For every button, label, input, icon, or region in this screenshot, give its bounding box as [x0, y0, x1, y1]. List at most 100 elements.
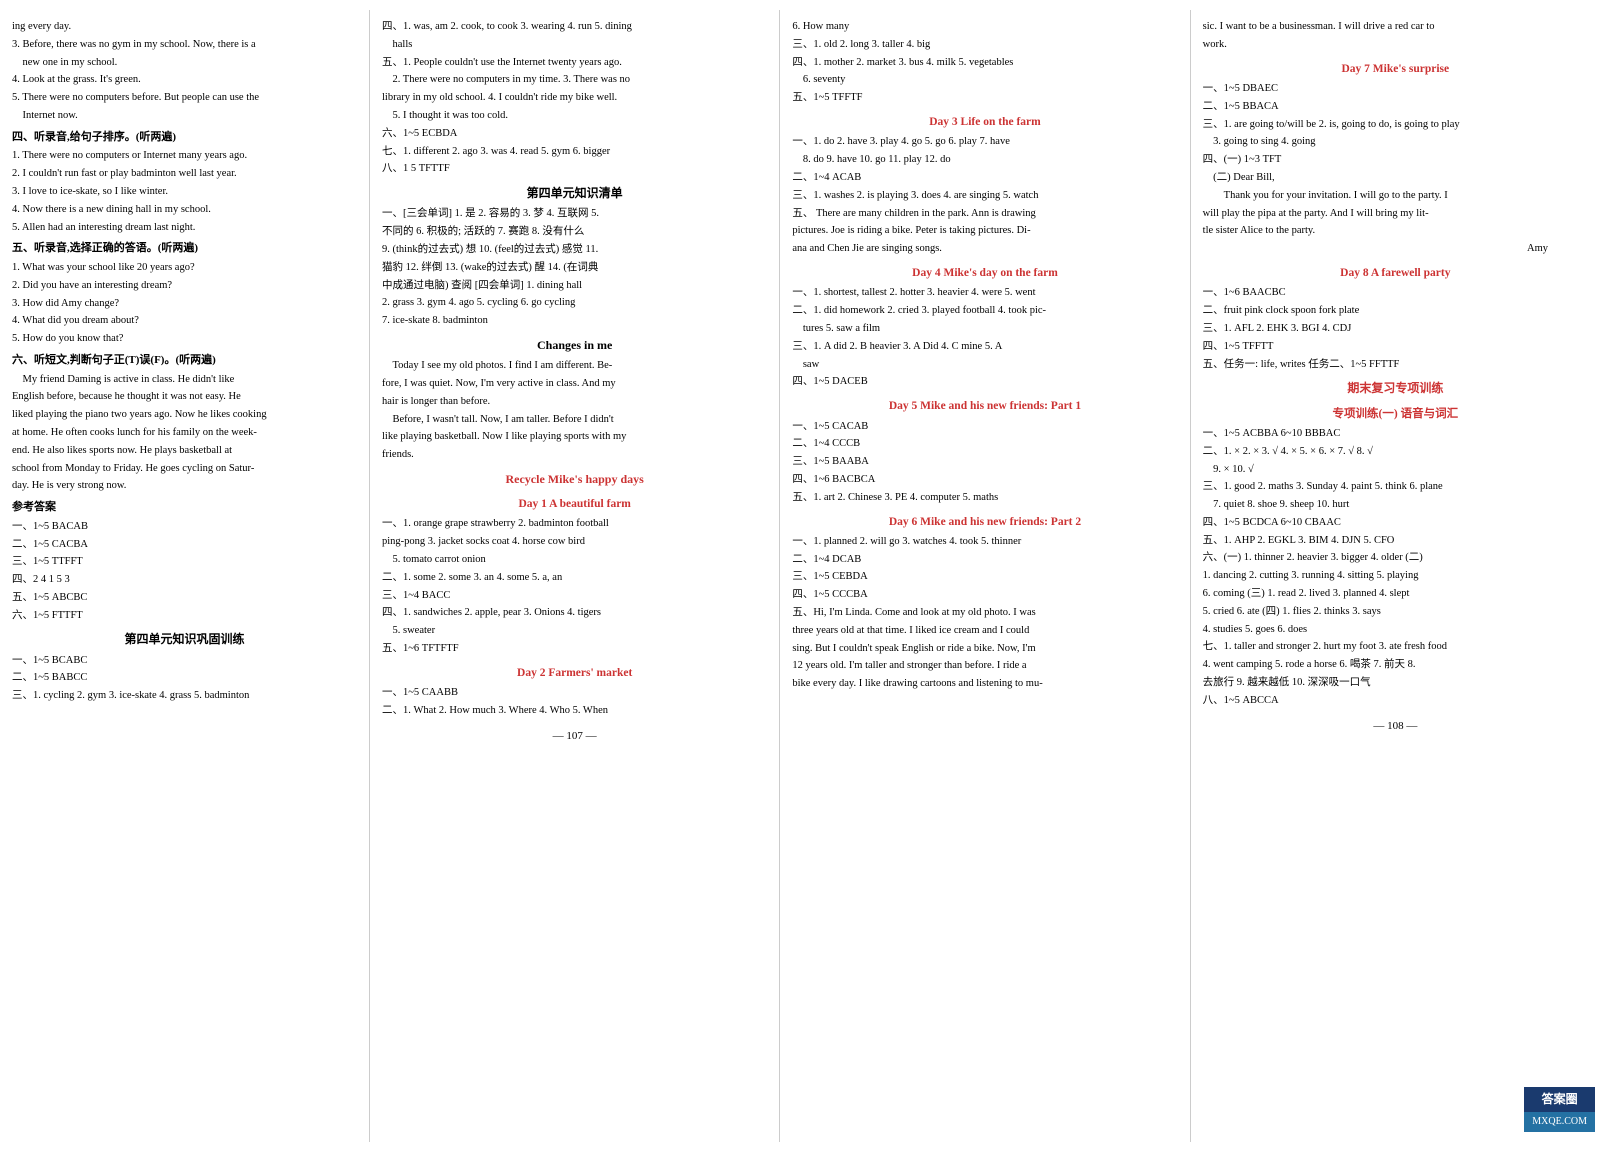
c2-d1l2: ping-pong 3. jacket socks coat 4. horse … [382, 534, 767, 551]
c4-s5: 7. quiet 8. shoe 9. sheep 10. hurt [1203, 497, 1588, 514]
c4-s6: 四、1~5 BCDCA 6~10 CBAAC [1203, 515, 1588, 532]
c3-day5: Day 5 Mike and his new friends: Part 1 [792, 397, 1177, 415]
c4-day7: Day 7 Mike's surprise [1203, 60, 1588, 78]
watermark-url: MXQE.COM [1524, 1112, 1595, 1132]
c1-a6: 六、1~5 FTTFT [12, 608, 357, 625]
c3-d6l2: 二、1~4 DCAB [792, 552, 1177, 569]
c2-changes: Changes in me [382, 336, 767, 355]
c2-recycle: Recycle Mike's happy days [382, 470, 767, 489]
c2-d1l8: 五、1~6 TFTFTF [382, 641, 767, 658]
watermark: 答案圈 MXQE.COM [1524, 1087, 1595, 1132]
c3-day4: Day 4 Mike's day on the farm [792, 264, 1177, 282]
c4-s14: 4. went camping 5. rode a horse 6. 喝茶 7.… [1203, 657, 1588, 674]
c4-d7l5: 四、(一) 1~3 TFT [1203, 152, 1588, 169]
page-container: ing every day. 3. Before, there was no g… [0, 0, 1600, 1152]
c1-l2: 3. Before, there was no gym in my school… [12, 37, 357, 54]
c4-special: 专项训练(一) 语音与词汇 [1203, 405, 1588, 423]
c1-l14: 3. How did Amy change? [12, 296, 357, 313]
c4-s1: 一、1~5 ACBBA 6~10 BBBAC [1203, 426, 1588, 443]
c2-unit: 第四单元知识清单 [382, 184, 767, 203]
watermark-logo: 答案圈 [1524, 1087, 1595, 1112]
c4-s15: 去旅行 9. 越来越低 10. 深深吸一口气 [1203, 675, 1588, 692]
c3-d5l1: 一、1~5 CACAB [792, 419, 1177, 436]
c1-u2: 二、1~5 BABCC [12, 670, 357, 687]
c4-d8l1: 一、1~6 BAACBC [1203, 285, 1588, 302]
c1-l15: 4. What did you dream about? [12, 313, 357, 330]
c3-d5l5: 五、1. art 2. Chinese 3. PE 4. computer 5.… [792, 490, 1177, 507]
c2-d1l3: 5. tomato carrot onion [382, 552, 767, 569]
c1-l6: Internet now. [12, 108, 357, 125]
c2-u4: 猫豹 12. 绊倒 13. (wake的过去式) 醒 14. (在词典 [382, 260, 767, 277]
c2-p1: Today I see my old photos. I find I am d… [382, 358, 767, 375]
c3-l5: 五、1~5 TFFTF [792, 90, 1177, 107]
c4-final: 期末复习专项训练 [1203, 379, 1588, 398]
c1-a1: 一、1~5 BACAB [12, 519, 357, 536]
c2-d1l4: 二、1. some 2. some 3. an 4. some 5. a, an [382, 570, 767, 587]
c4-s4: 三、1. good 2. maths 3. Sunday 4. paint 5.… [1203, 479, 1588, 496]
c2-u1: 一、[三会单词] 1. 是 2. 容易的 3. 梦 4. 互联网 5. [382, 206, 767, 223]
c4-d8l5: 五、任务一: life, writes 任务二、1~5 FFTTF [1203, 357, 1588, 374]
c2-d2l1: 一、1~5 CAABB [382, 685, 767, 702]
c4-l2: work. [1203, 37, 1588, 54]
c1-l7: 1. There were no computers or Internet m… [12, 148, 357, 165]
c1-l13: 2. Did you have an interesting dream? [12, 278, 357, 295]
c4-d7l2: 二、1~5 BBACA [1203, 99, 1588, 116]
c4-d8l2: 二、fruit pink clock spoon fork plate [1203, 303, 1588, 320]
c4-s9: 1. dancing 2. cutting 3. running 4. sitt… [1203, 568, 1588, 585]
c4-d7l7: Thank you for your invitation. I will go… [1203, 188, 1588, 205]
c2-day1: Day 1 A beautiful farm [382, 495, 767, 513]
c3-d3l2: 8. do 9. have 10. go 11. play 12. do [792, 152, 1177, 169]
c1-s3: 六、听短文,判断句子正(T)误(F)。(听两遍) [12, 352, 357, 370]
c2-l9: 八、1 5 TFTTF [382, 161, 767, 178]
c3-d5l2: 二、1~4 CCCB [792, 436, 1177, 453]
c3-d6l6: three years old at that time. I liked ic… [792, 623, 1177, 640]
c2-d1l7: 5. sweater [382, 623, 767, 640]
c2-l3: 五、1. People couldn't use the Internet tw… [382, 55, 767, 72]
c4-l1: sic. I want to be a businessman. I will … [1203, 19, 1588, 36]
c4-s8: 六、(一) 1. thinner 2. heavier 3. bigger 4.… [1203, 550, 1588, 567]
c4-s13: 七、1. taller and stronger 2. hurt my foot… [1203, 639, 1588, 656]
c3-d3l1: 一、1. do 2. have 3. play 4. go 5. go 6. p… [792, 134, 1177, 151]
c4-d7l3: 三、1. are going to/will be 2. is, going t… [1203, 117, 1588, 134]
c1-l3: new one in my school. [12, 55, 357, 72]
c4-s3: 9. × 10. √ [1203, 462, 1588, 479]
c1-l10: 4. Now there is a new dining hall in my … [12, 202, 357, 219]
c4-s10: 6. coming (三) 1. read 2. lived 3. planne… [1203, 586, 1588, 603]
c1-l23: day. He is very strong now. [12, 478, 357, 495]
c3-d6l3: 三、1~5 CEBDA [792, 569, 1177, 586]
c4-d7l9: tle sister Alice to the party. [1203, 223, 1588, 240]
c1-s1: 四、听录音,给句子排序。(听两遍) [12, 129, 357, 147]
column-3: 6. How many 三、1. old 2. long 3. taller 4… [780, 10, 1190, 1142]
c4-d7l8: will play the pipa at the party. And I w… [1203, 206, 1588, 223]
c3-d6l9: bike every day. I like drawing cartoons … [792, 676, 1177, 693]
c2-u5: 中成通过电脑) 查阅 [四会单词] 1. dining hall [382, 278, 767, 295]
c4-s7: 五、1. AHP 2. EGKL 3. BIM 4. DJN 5. CFO [1203, 533, 1588, 550]
c3-d3l7: ana and Chen Jie are singing songs. [792, 241, 1177, 258]
c2-p5: like playing basketball. Now I like play… [382, 429, 767, 446]
c2-d1l1: 一、1. orange grape strawberry 2. badminto… [382, 516, 767, 533]
c2-u2: 不同的 6. 积极的; 活跃的 7. 赛跑 8. 没有什么 [382, 224, 767, 241]
c1-l12: 1. What was your school like 20 years ag… [12, 260, 357, 277]
c1-l8: 2. I couldn't run fast or play badminton… [12, 166, 357, 183]
c1-a4: 四、2 4 1 5 3 [12, 572, 357, 589]
c3-d5l4: 四、1~6 BACBCA [792, 472, 1177, 489]
c3-d4l2: 二、1. did homework 2. cried 3. played foo… [792, 303, 1177, 320]
c1-l22: school from Monday to Friday. He goes cy… [12, 461, 357, 478]
c2-day2: Day 2 Farmers' market [382, 664, 767, 682]
c3-d6l8: 12 years old. I'm taller and stronger th… [792, 658, 1177, 675]
c2-u6: 2. grass 3. gym 4. ago 5. cycling 6. go … [382, 295, 767, 312]
c4-d7l4: 3. going to sing 4. going [1203, 134, 1588, 151]
page-num-108: — 108 — [1203, 718, 1588, 736]
c2-l1: 四、1. was, am 2. cook, to cook 3. wearing… [382, 19, 767, 36]
c3-l3: 四、1. mother 2. market 3. bus 4. milk 5. … [792, 55, 1177, 72]
c1-unit: 第四单元知识巩固训练 [12, 630, 357, 649]
c2-d2l2: 二、1. What 2. How much 3. Where 4. Who 5.… [382, 703, 767, 720]
c2-p3: hair is longer than before. [382, 394, 767, 411]
c2-l7: 六、1~5 ECBDA [382, 126, 767, 143]
c3-d4l6: 四、1~5 DACEB [792, 374, 1177, 391]
c4-d8l3: 三、1. AFL 2. EHK 3. BGI 4. CDJ [1203, 321, 1588, 338]
c3-d4l1: 一、1. shortest, tallest 2. hotter 3. heav… [792, 285, 1177, 302]
c1-a2: 二、1~5 CACBA [12, 537, 357, 554]
c2-d1l6: 四、1. sandwiches 2. apple, pear 3. Onions… [382, 605, 767, 622]
c3-d6l7: sing. But I couldn't speak English or ri… [792, 641, 1177, 658]
